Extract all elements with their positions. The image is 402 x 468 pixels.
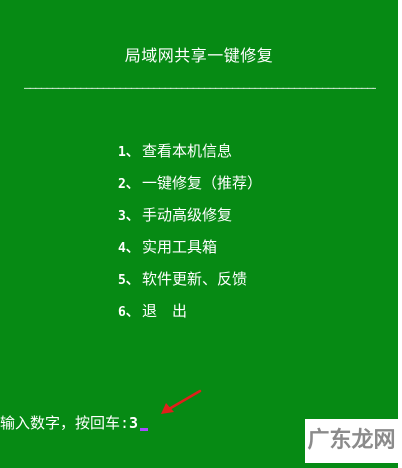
prompt-input-value[interactable]: 3	[129, 414, 138, 432]
menu-item-view-info[interactable]: 1、 查看本机信息	[118, 141, 262, 173]
red-arrow-icon	[161, 389, 202, 414]
command-prompt[interactable]: 输入数字，按回车:3	[0, 412, 149, 433]
title-divider: ————————————————————————————————————————…	[24, 82, 376, 93]
menu-item-number: 4、	[118, 241, 139, 256]
menu-item-number: 1、	[118, 145, 139, 160]
menu-item-label: 一键修复（推荐）	[142, 174, 263, 192]
menu-item-label: 查看本机信息	[142, 142, 233, 160]
menu-item-number: 5、	[118, 273, 139, 288]
menu-item-one-click-repair[interactable]: 2、 一键修复（推荐）	[118, 173, 262, 205]
menu-list: 1、 查看本机信息 2、 一键修复（推荐） 3、 手动高级修复 4、 实用工具箱 5、软…	[118, 141, 262, 333]
prompt-label: 输入数字，按回车:	[0, 414, 130, 432]
app-title: 局域网共享一键修复	[124, 46, 274, 65]
screen-edge	[398, 0, 402, 468]
menu-item-label: 退 出	[142, 302, 188, 320]
menu-item-label: 实用工具箱	[142, 238, 218, 256]
watermark-logo: 广东龙网	[305, 419, 398, 463]
menu-item-number: 3、	[118, 209, 139, 224]
menu-item-update-feedback[interactable]: 5、 软件更新、反馈	[118, 269, 262, 301]
text-cursor	[140, 428, 149, 431]
menu-item-number: 6、	[118, 305, 139, 320]
menu-item-label: 软件更新、反馈	[142, 270, 248, 288]
menu-item-label: 手动高级修复	[142, 206, 233, 224]
console-window: 局域网共享一键修复 ——————————————————————————————…	[0, 0, 398, 468]
menu-item-manual-repair[interactable]: 3、 手动高级修复	[118, 205, 262, 237]
menu-item-exit[interactable]: 6、退 出	[118, 301, 262, 333]
menu-item-toolbox[interactable]: 4、 实用工具箱	[118, 237, 262, 269]
menu-item-number: 2、	[118, 177, 139, 192]
